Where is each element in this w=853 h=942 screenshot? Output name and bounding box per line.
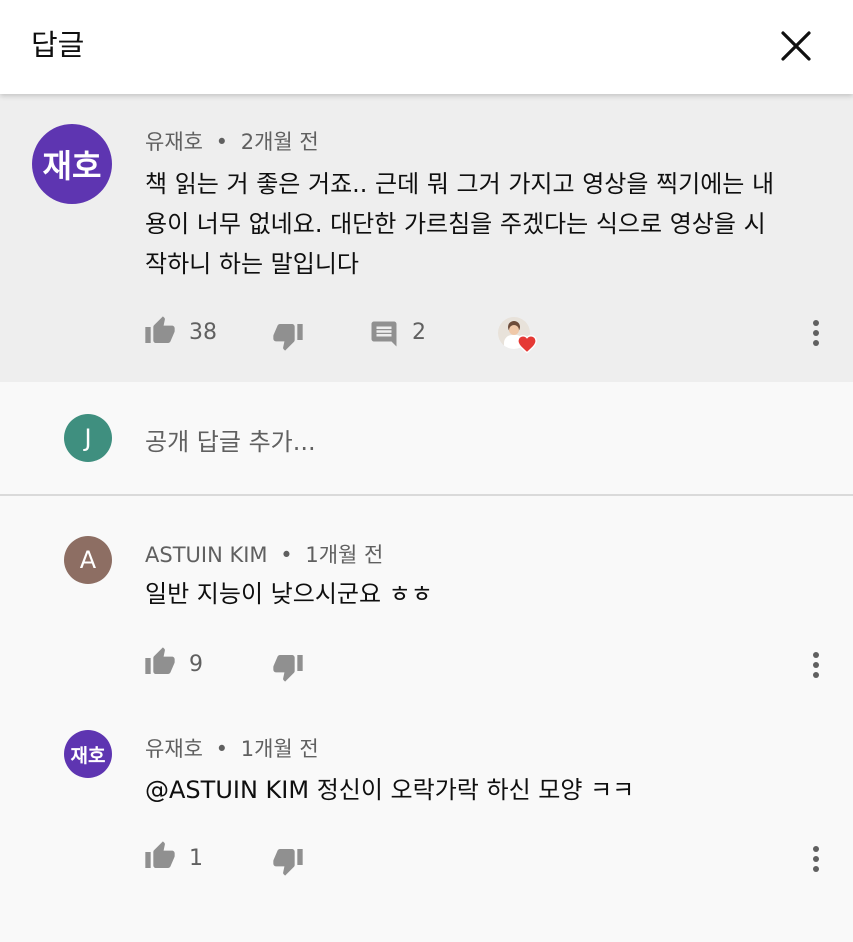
comment-time[interactable]: 2개월 전 bbox=[241, 130, 319, 154]
thumb-up-icon bbox=[145, 841, 175, 868]
dislike-button[interactable] bbox=[272, 651, 304, 683]
reply-panel-header: 답글 bbox=[0, 0, 853, 94]
close-icon bbox=[781, 31, 811, 61]
comment-menu-button[interactable] bbox=[804, 844, 828, 874]
thumb-up-icon bbox=[145, 316, 175, 343]
reply-count: 2 bbox=[412, 320, 426, 345]
comment-menu-button[interactable] bbox=[804, 650, 828, 680]
more-vert-icon bbox=[813, 846, 819, 872]
avatar-initials: J bbox=[84, 424, 92, 452]
meta-separator: • bbox=[280, 543, 293, 567]
comment-time[interactable]: 1개월 전 bbox=[305, 543, 383, 567]
parent-comment: 재호 유재호 • 2개월 전 책 읽는 거 좋은 거죠.. 근데 뭐 그거 가지… bbox=[0, 94, 853, 382]
creator-heart bbox=[498, 317, 538, 357]
meta-separator: • bbox=[215, 130, 229, 154]
comment-text: @ASTUIN KIM 정신이 오락가락 하신 모양 ㅋㅋ bbox=[145, 776, 635, 804]
comment-time[interactable]: 1개월 전 bbox=[241, 737, 319, 761]
comment-text-line: 용이 너무 없네요. 대단한 가르침을 주겠다는 식으로 영상을 시 bbox=[145, 210, 766, 238]
thumb-down-icon bbox=[273, 849, 303, 876]
add-reply-box: J 공개 답글 추가... bbox=[0, 382, 853, 494]
comment-text: 책 읽는 거 좋은 거죠.. 근데 뭐 그거 가지고 영상을 찍기에는 내 용이… bbox=[145, 164, 835, 284]
creator-heart-icon bbox=[517, 335, 537, 354]
comment-meta: 유재호 • 1개월 전 bbox=[145, 733, 319, 763]
comment-author[interactable]: 유재호 bbox=[145, 130, 203, 154]
reply-item: A ASTUIN KIM • 1개월 전 일반 지능이 낮으시군요 ㅎㅎ 9 bbox=[0, 496, 853, 690]
like-button[interactable] bbox=[144, 646, 176, 678]
comment-menu-button[interactable] bbox=[804, 318, 828, 348]
comment-text: 일반 지능이 낮으시군요 ㅎㅎ bbox=[145, 580, 433, 608]
avatar-initials: 재호 bbox=[42, 147, 102, 185]
reply-item: 재호 유재호 • 1개월 전 @ASTUIN KIM 정신이 오락가락 하신 모… bbox=[0, 690, 853, 890]
avatar[interactable]: A bbox=[64, 536, 112, 584]
comment-author[interactable]: ASTUIN KIM bbox=[145, 543, 268, 567]
avatar-initials: A bbox=[79, 546, 97, 574]
comment-icon bbox=[371, 321, 397, 347]
like-count: 38 bbox=[189, 320, 217, 345]
like-count: 1 bbox=[189, 846, 203, 871]
thumb-down-icon bbox=[273, 655, 303, 682]
reply-button[interactable] bbox=[369, 319, 399, 349]
avatar: J bbox=[64, 414, 112, 462]
avatar-initials: 재호 bbox=[70, 744, 106, 767]
close-button[interactable] bbox=[772, 22, 820, 70]
comment-text-line: 책 읽는 거 좋은 거죠.. 근데 뭐 그거 가지고 영상을 찍기에는 내 bbox=[145, 170, 775, 198]
thumb-down-icon bbox=[273, 324, 303, 351]
comment-meta: 유재호 • 2개월 전 bbox=[145, 126, 319, 156]
panel-title: 답글 bbox=[31, 28, 85, 62]
reply-input[interactable]: 공개 답글 추가... bbox=[145, 422, 316, 457]
thumb-up-icon bbox=[145, 647, 175, 674]
more-vert-icon bbox=[813, 652, 819, 678]
like-button[interactable] bbox=[144, 315, 176, 347]
avatar[interactable]: 재호 bbox=[64, 730, 112, 778]
dislike-button[interactable] bbox=[272, 320, 304, 352]
comment-author[interactable]: 유재호 bbox=[145, 737, 203, 761]
like-button[interactable] bbox=[144, 840, 176, 872]
more-vert-icon bbox=[813, 320, 819, 346]
dislike-button[interactable] bbox=[272, 845, 304, 877]
like-count: 9 bbox=[189, 652, 203, 677]
avatar[interactable]: 재호 bbox=[32, 124, 112, 204]
meta-separator: • bbox=[215, 737, 229, 761]
comment-meta: ASTUIN KIM • 1개월 전 bbox=[145, 539, 383, 569]
comment-text-line: 작하니 하는 말입니다 bbox=[145, 250, 359, 278]
